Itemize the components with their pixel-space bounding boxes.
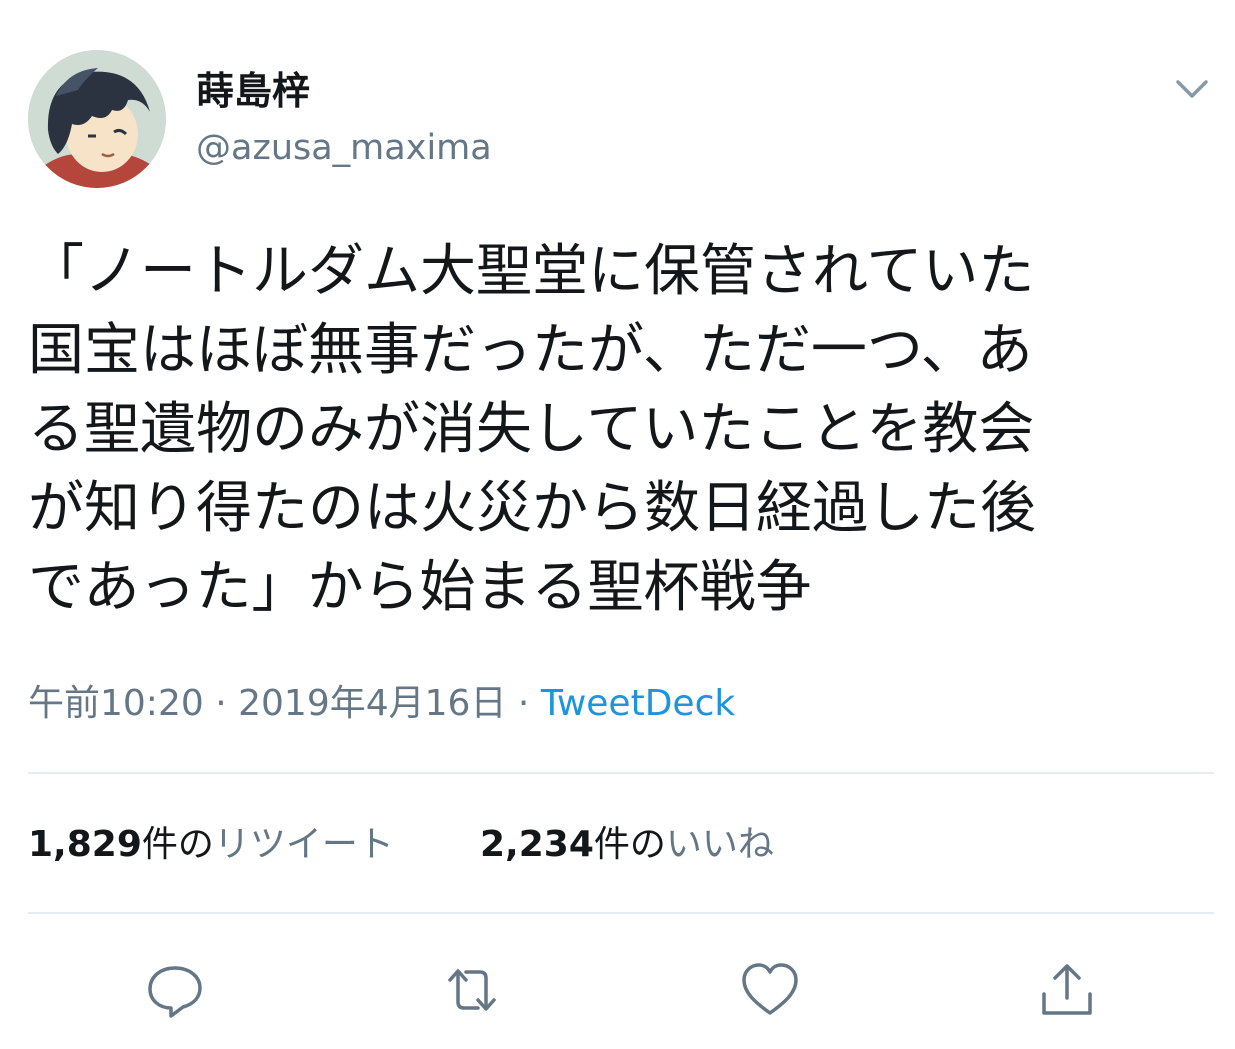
divider [28, 772, 1214, 774]
meta-separator: · [517, 683, 530, 724]
share-icon[interactable] [1035, 958, 1099, 1022]
tweet-meta: 午前10:20 · 2019年4月16日 · TweetDeck [28, 680, 735, 728]
avatar[interactable] [28, 50, 166, 188]
avatar-image [28, 50, 166, 188]
chevron-down-icon[interactable] [1170, 66, 1214, 110]
like-count-unit: 件の [593, 824, 666, 865]
retweet-count: 1,829 [28, 824, 142, 865]
like-count: 2,234 [480, 824, 594, 865]
tweet-header: 蒔島梓 @azusa_maxima [0, 0, 1235, 200]
heart-icon[interactable] [738, 958, 802, 1022]
retweet-label: リツイート [213, 824, 394, 865]
tweet-date[interactable]: 2019年4月16日 [238, 683, 506, 724]
retweet-icon[interactable] [440, 958, 504, 1022]
meta-separator: · [215, 683, 227, 724]
tweet-source-link[interactable]: TweetDeck [541, 683, 735, 724]
user-handle[interactable]: @azusa_maxima [196, 125, 492, 171]
tweet-actions [0, 950, 1235, 1030]
retweet-count-unit: 件の [141, 824, 214, 865]
reply-icon[interactable] [143, 958, 207, 1022]
retweet-count-link[interactable]: 1,829件のリツイート [28, 820, 394, 870]
tweet-text: 「ノートルダム大聖堂に保管されていた 国宝はほぼ無事だったが、ただ一つ、あ る聖… [28, 239, 1036, 620]
display-name[interactable]: 蒔島梓 [196, 66, 310, 116]
tweet-stats: 1,829件のリツイート 2,234件のいいね [28, 820, 774, 870]
divider [28, 912, 1214, 914]
like-label: いいね [665, 824, 774, 865]
tweet-time[interactable]: 午前10:20 [28, 683, 204, 724]
like-count-link[interactable]: 2,234件のいいね [480, 820, 774, 870]
